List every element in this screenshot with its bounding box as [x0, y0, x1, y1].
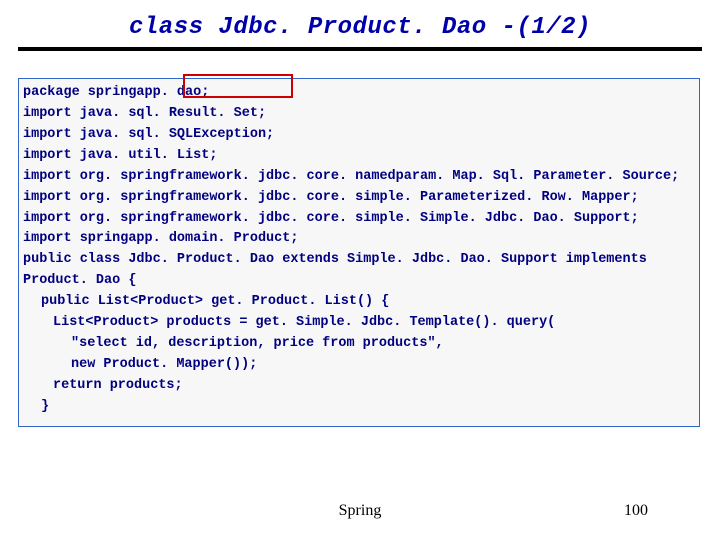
code-box: package springapp. dao; import java. sql… [18, 78, 700, 427]
code-line: "select id, description, price from prod… [23, 334, 695, 355]
code-line: Product. Dao { [23, 271, 695, 292]
footer-label: Spring [0, 502, 720, 520]
slide-title: class Jdbc. Product. Dao -(1/2) [0, 0, 720, 41]
code-line: import org. springframework. jdbc. core.… [23, 167, 695, 188]
code-line: return products; [23, 376, 695, 397]
title-underline [18, 47, 702, 51]
code-line: new Product. Mapper()); [23, 355, 695, 376]
code-line: import java. sql. Result. Set; [23, 104, 695, 125]
code-line: package springapp. dao; [23, 83, 695, 104]
code-line: import java. util. List; [23, 146, 695, 167]
code-line: import org. springframework. jdbc. core.… [23, 188, 695, 209]
highlight-annotation [183, 74, 293, 98]
code-line: import springapp. domain. Product; [23, 229, 695, 250]
code-line: import org. springframework. jdbc. core.… [23, 209, 695, 230]
code-line: public List<Product> get. Product. List(… [23, 292, 695, 313]
footer-page-number: 100 [624, 502, 648, 520]
code-line: import java. sql. SQLException; [23, 125, 695, 146]
code-line: } [23, 397, 695, 418]
code-line: List<Product> products = get. Simple. Jd… [23, 313, 695, 334]
code-line: public class Jdbc. Product. Dao extends … [23, 250, 695, 271]
